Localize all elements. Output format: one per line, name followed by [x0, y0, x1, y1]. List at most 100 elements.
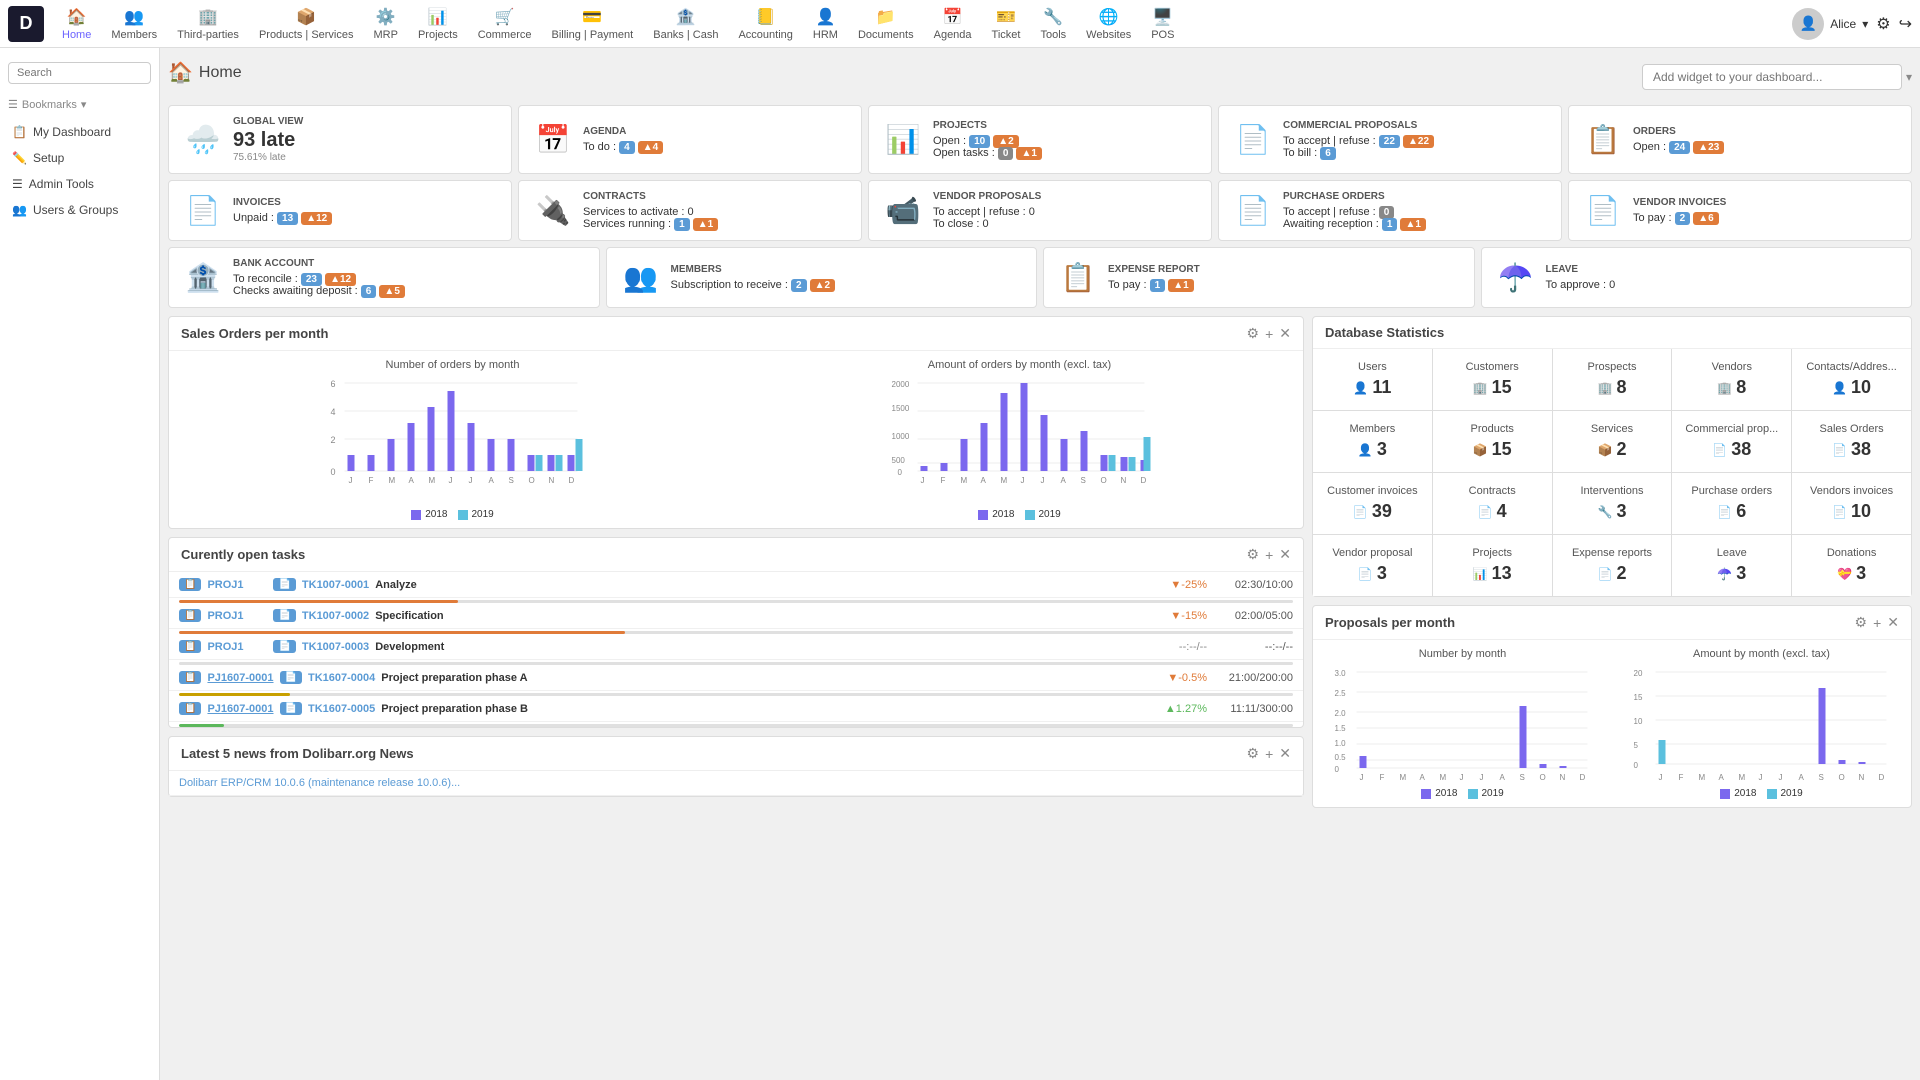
card-global-view[interactable]: 🌧️ GLOBAL VIEW 93 late 75.61% late: [168, 105, 512, 174]
bookmark-icon: ☰: [8, 98, 18, 111]
nav-item-projects[interactable]: 📊 Projects: [408, 3, 468, 45]
stat-customers[interactable]: Customers 🏢15: [1433, 349, 1552, 410]
nav-item-billing[interactable]: 💳 Billing | Payment: [542, 3, 644, 45]
user-menu[interactable]: 👤 Alice ▾: [1792, 8, 1868, 40]
sidebar-item-dashboard[interactable]: 📋 My Dashboard: [0, 119, 159, 145]
stat-contracts-db[interactable]: Contracts 📄4: [1433, 473, 1552, 534]
stat-prospects[interactable]: Prospects 🏢8: [1553, 349, 1672, 410]
stat-contacts[interactable]: Contacts/Addres... 👤10: [1792, 349, 1911, 410]
stat-users[interactable]: Users 👤11: [1313, 349, 1432, 410]
news-header: Latest 5 news from Dolibarr.org News ⚙ +…: [169, 737, 1303, 771]
card-orders[interactable]: 📋 ORDERS Open : 24 ▲23: [1568, 105, 1912, 174]
svg-text:J: J: [469, 476, 473, 485]
task-ticket-id[interactable]: TK1607-0005: [308, 703, 375, 715]
expense-report-icon: 📋: [1058, 261, 1098, 294]
card-vendor-invoices[interactable]: 📄 VENDOR INVOICES To pay : 2 ▲6: [1568, 180, 1912, 241]
add-widget-input[interactable]: [1642, 64, 1902, 90]
settings-icon[interactable]: ⚙: [1876, 14, 1890, 34]
nav-item-banks[interactable]: 🏦 Banks | Cash: [643, 3, 728, 45]
nav-item-hrm[interactable]: 👤 HRM: [803, 3, 848, 45]
proposals-chart-title: Proposals per month: [1325, 615, 1455, 630]
stat-products[interactable]: Products 📦15: [1433, 411, 1552, 472]
card-purchase-orders[interactable]: 📄 PURCHASE ORDERS To accept | refuse : 0…: [1218, 180, 1562, 241]
tasks-filter-btn[interactable]: ⚙: [1247, 546, 1260, 563]
card-agenda[interactable]: 📅 AGENDA To do : 4 ▲4: [518, 105, 862, 174]
news-close-btn[interactable]: ✕: [1279, 745, 1291, 762]
task-proj-id[interactable]: PROJ1: [207, 579, 267, 591]
stat-members[interactable]: Members 👤3: [1313, 411, 1432, 472]
tasks-close-btn[interactable]: ✕: [1279, 546, 1291, 563]
stat-customer-invoices-value: 📄39: [1321, 501, 1424, 522]
nav-item-products-services[interactable]: 📦 Products | Services: [249, 3, 364, 45]
card-commercial-proposals[interactable]: 📄 COMMERCIAL PROPOSALS To accept | refus…: [1218, 105, 1562, 174]
card-leave[interactable]: ☂️ LEAVE To approve : 0: [1481, 247, 1913, 308]
card-invoices[interactable]: 📄 INVOICES Unpaid : 13 ▲12: [168, 180, 512, 241]
breadcrumb-home-icon[interactable]: 🏠: [168, 60, 193, 85]
sidebar-item-setup[interactable]: ✏️ Setup: [0, 145, 159, 171]
stat-sales-orders[interactable]: Sales Orders 📄38: [1792, 411, 1911, 472]
stat-vendors-invoices[interactable]: Vendors invoices 📄10: [1792, 473, 1911, 534]
app-logo[interactable]: D: [8, 6, 44, 42]
stat-leave-db[interactable]: Leave ☂️3: [1672, 535, 1791, 596]
proposals-filter-btn[interactable]: ⚙: [1855, 614, 1868, 631]
card-invoices-content: INVOICES Unpaid : 13 ▲12: [233, 197, 497, 224]
nav-item-third-parties[interactable]: 🏢 Third-parties: [167, 3, 249, 45]
card-members[interactable]: 👥 MEMBERS Subscription to receive : 2 ▲2: [606, 247, 1038, 308]
sidebar-item-admin-tools[interactable]: ☰ Admin Tools: [0, 171, 159, 197]
news-item[interactable]: Dolibarr ERP/CRM 10.0.6 (maintenance rel…: [169, 771, 1303, 796]
stat-purchase-orders-db[interactable]: Purchase orders 📄6: [1672, 473, 1791, 534]
nav-item-members[interactable]: 👥 Members: [101, 3, 167, 45]
task-ticket-id[interactable]: TK1007-0001: [302, 579, 369, 591]
leave-db-icon: ☂️: [1717, 567, 1732, 581]
stat-interventions[interactable]: Interventions 🔧3: [1553, 473, 1672, 534]
task-proj-id[interactable]: PROJ1: [207, 610, 267, 622]
news-settings-btn[interactable]: ⚙: [1247, 745, 1260, 762]
projects-tasks: Open tasks : 0 ▲1: [933, 147, 1197, 159]
proposals-close-btn[interactable]: ✕: [1887, 614, 1899, 631]
contacts-icon: 👤: [1832, 381, 1847, 395]
nav-item-documents[interactable]: 📁 Documents: [848, 3, 924, 45]
sidebar-item-users-groups[interactable]: 👥 Users & Groups: [0, 197, 159, 223]
card-bank-account[interactable]: 🏦 BANK ACCOUNT To reconcile : 23 ▲12 Che…: [168, 247, 600, 308]
stat-vendor-proposal[interactable]: Vendor proposal 📄3: [1313, 535, 1432, 596]
card-vendor-proposals[interactable]: 📹 VENDOR PROPOSALS To accept | refuse : …: [868, 180, 1212, 241]
nav-item-commerce[interactable]: 🛒 Commerce: [468, 3, 542, 45]
nav-item-agenda[interactable]: 📅 Agenda: [924, 3, 982, 45]
bookmarks-label[interactable]: ☰ Bookmarks ▾: [8, 94, 151, 115]
sales-add-btn[interactable]: +: [1265, 325, 1273, 342]
stat-customer-invoices[interactable]: Customer invoices 📄39: [1313, 473, 1432, 534]
logout-icon[interactable]: ↪: [1899, 14, 1912, 34]
stat-expense-reports[interactable]: Expense reports 📄2: [1553, 535, 1672, 596]
task-ticket-id[interactable]: TK1007-0002: [302, 610, 369, 622]
stat-commercial-prop[interactable]: Commercial prop... 📄38: [1672, 411, 1791, 472]
nav-item-home[interactable]: 🏠 Home: [52, 3, 101, 45]
task-time: 21:00/200:00: [1213, 672, 1293, 684]
task-proj-id[interactable]: PJ1607-0001: [207, 703, 273, 715]
nav-item-accounting[interactable]: 📒 Accounting: [728, 3, 802, 45]
stat-donations[interactable]: Donations 💝3: [1792, 535, 1911, 596]
task-proj-id[interactable]: PROJ1: [207, 641, 267, 653]
nav-item-tools[interactable]: 🔧 Tools: [1030, 3, 1076, 45]
task-ticket-id[interactable]: TK1607-0004: [308, 672, 375, 684]
card-projects[interactable]: 📊 PROJECTS Open : 10 ▲2 Open tasks : 0 ▲…: [868, 105, 1212, 174]
card-expense-report[interactable]: 📋 EXPENSE REPORT To pay : 1 ▲1: [1043, 247, 1475, 308]
nav-item-mrp[interactable]: ⚙️ MRP: [364, 3, 408, 45]
card-contracts[interactable]: 🔌 CONTRACTS Services to activate : 0 Ser…: [518, 180, 862, 241]
tasks-add-btn[interactable]: +: [1265, 546, 1273, 563]
nav-item-projects-label: Projects: [418, 29, 458, 41]
search-input[interactable]: [8, 62, 151, 84]
stat-vendors[interactable]: Vendors 🏢8: [1672, 349, 1791, 410]
sales-filter-btn[interactable]: ⚙: [1247, 325, 1260, 342]
sales-close-btn[interactable]: ✕: [1279, 325, 1291, 342]
task-proj-id[interactable]: PJ1607-0001: [207, 672, 273, 684]
nav-item-ticket[interactable]: 🎫 Ticket: [982, 3, 1031, 45]
nav-item-websites[interactable]: 🌐 Websites: [1076, 3, 1141, 45]
svg-text:S: S: [1081, 476, 1086, 485]
news-add-btn[interactable]: +: [1265, 745, 1273, 762]
stat-projects-db[interactable]: Projects 📊13: [1433, 535, 1552, 596]
task-ticket-id[interactable]: TK1007-0003: [302, 641, 369, 653]
proposals-add-btn[interactable]: +: [1873, 614, 1881, 631]
stat-services[interactable]: Services 📦2: [1553, 411, 1672, 472]
add-widget-chevron[interactable]: ▾: [1906, 70, 1912, 84]
nav-item-pos[interactable]: 🖥️ POS: [1141, 3, 1184, 45]
